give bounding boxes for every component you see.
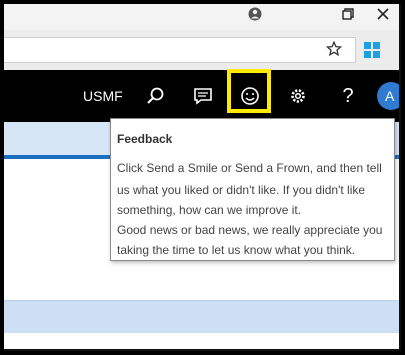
help-icon[interactable]: ? xyxy=(334,82,362,110)
tooltip-line: Good news or bad news, we really appreci… xyxy=(117,223,383,237)
smiley-icon[interactable] xyxy=(236,82,264,110)
windows-logo-icon[interactable] xyxy=(364,42,380,58)
tooltip-line: us what you liked or didn't like. If you… xyxy=(117,183,366,197)
message-icon[interactable] xyxy=(189,82,217,110)
search-icon[interactable] xyxy=(141,82,169,110)
close-icon[interactable] xyxy=(372,7,394,25)
gear-icon[interactable] xyxy=(284,82,312,110)
tooltip-line: something, how can we improve it. xyxy=(117,203,302,217)
page-content-band xyxy=(4,300,399,333)
app-navigation-bar: USMF ? A xyxy=(4,69,399,122)
star-icon[interactable] xyxy=(325,40,343,60)
browser-title-bar xyxy=(4,4,399,30)
tooltip-line: taking the time to let us know what you … xyxy=(117,243,356,257)
person-circle-icon[interactable] xyxy=(244,7,266,26)
tooltip-line: Click Send a Smile or Send a Frown, and … xyxy=(117,161,382,175)
screenshot-frame: USMF ? A Feedback Click Send a Smile or … xyxy=(4,4,401,351)
address-input[interactable] xyxy=(4,37,356,63)
address-bar-area xyxy=(4,30,399,70)
avatar[interactable]: A xyxy=(377,82,399,110)
company-selector[interactable]: USMF xyxy=(83,70,123,122)
restore-window-icon[interactable] xyxy=(337,7,359,25)
feedback-tooltip: Feedback Click Send a Smile or Send a Fr… xyxy=(110,118,395,261)
tooltip-title: Feedback xyxy=(117,132,173,146)
